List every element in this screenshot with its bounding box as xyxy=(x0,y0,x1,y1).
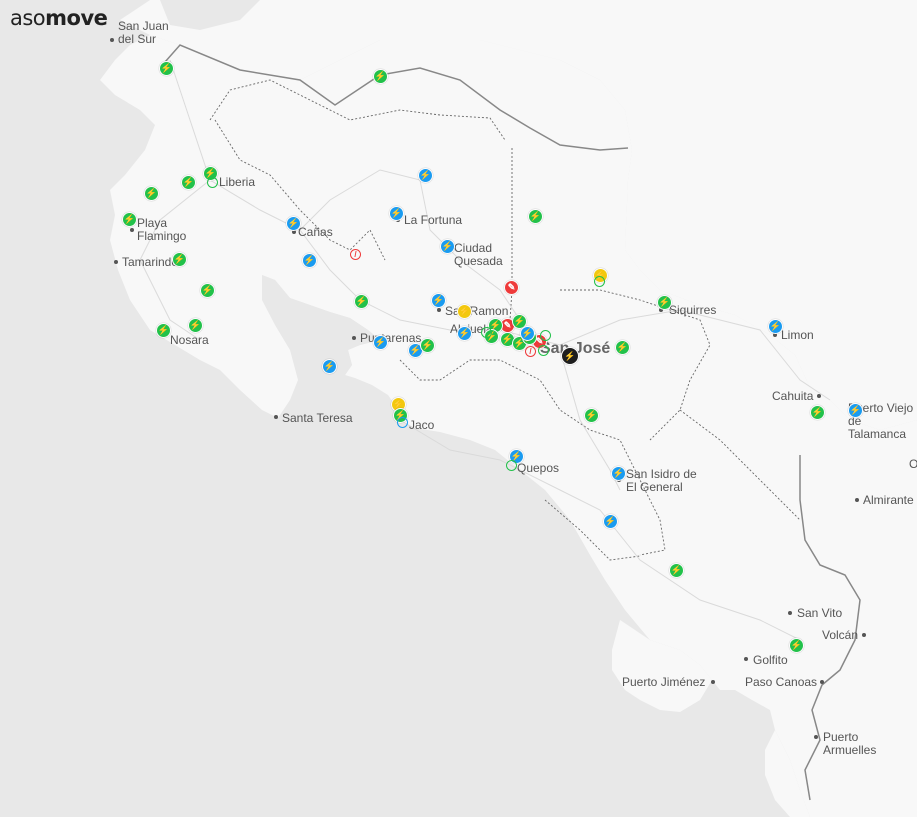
place-san-vito: San Vito xyxy=(797,606,843,620)
charging-station-pin[interactable]: ⚡ xyxy=(354,294,369,309)
place-golfito: Golfito xyxy=(753,653,788,667)
charging-station-pin[interactable]: ⚡ xyxy=(159,61,174,76)
place-puerto-jimenez: Puerto Jiménez xyxy=(622,675,706,689)
place-la-fortuna: La Fortuna xyxy=(404,213,463,227)
charging-station-pin[interactable]: ⚡ xyxy=(848,403,863,418)
charging-station-pin[interactable]: ⚡ xyxy=(669,563,684,578)
charging-station-pin[interactable]: ⚡ xyxy=(322,359,337,374)
charging-station-pin[interactable]: ⚡ xyxy=(603,514,618,529)
charging-station-pin[interactable]: ⚡ xyxy=(440,239,455,254)
charging-station-pin[interactable]: ⚡ xyxy=(144,186,159,201)
charging-station-pin[interactable]: ⚡ xyxy=(181,175,196,190)
charging-station-pin[interactable]: ⚡ xyxy=(286,216,301,231)
charging-station-pin[interactable]: ⚡ xyxy=(810,405,825,420)
place-paso-canoas: Paso Canoas xyxy=(745,675,818,689)
charging-station-pin[interactable]: ⚡ xyxy=(172,252,187,267)
blocked-station-marker[interactable]: / xyxy=(525,346,536,357)
charging-station-pin[interactable]: ⚡ xyxy=(520,326,535,341)
charging-station-pin[interactable]: ⚡ xyxy=(431,293,446,308)
logo-text-move: move xyxy=(45,6,108,30)
logo-text-aso: aso xyxy=(10,6,46,30)
station-ring-marker[interactable] xyxy=(481,327,492,338)
place-san-isidro: San Isidro de El General xyxy=(626,467,697,494)
charging-station-pin[interactable]: ⚡ xyxy=(420,338,435,353)
place-siquirres: Siquirres xyxy=(669,303,717,317)
charging-station-pin[interactable]: ⚡ xyxy=(657,295,672,310)
charging-station-pin[interactable]: ⚡ xyxy=(156,323,171,338)
place-san-ramon: San Ramon xyxy=(445,304,509,318)
station-ring-marker[interactable] xyxy=(397,417,408,428)
place-liberia: Liberia xyxy=(219,175,256,189)
charging-station-pin[interactable]: ⚡ xyxy=(122,212,137,227)
charging-station-pin[interactable]: ⚡ xyxy=(528,209,543,224)
charging-station-pin[interactable]: ⚡ xyxy=(200,283,215,298)
place-puerto-armuelles: Puerto Armuelles xyxy=(823,730,877,757)
place-tamarindo: Tamarindo xyxy=(122,255,179,269)
station-ring-marker[interactable] xyxy=(540,330,551,341)
charging-station-pin[interactable]: ⚡ xyxy=(418,168,433,183)
charging-station-pin[interactable]: ⚡ xyxy=(584,408,599,423)
place-quepos: Quepos xyxy=(517,461,560,475)
charging-station-pin[interactable]: ⚡ xyxy=(789,638,804,653)
asomove-logo[interactable]: asomove xyxy=(10,6,108,30)
charging-station-pin[interactable]: ⚡ xyxy=(611,466,626,481)
fault-station-pin[interactable]: ✎ xyxy=(504,280,519,295)
station-ring-marker[interactable] xyxy=(594,276,605,287)
charging-station-pin[interactable]: ⚡ xyxy=(615,340,630,355)
place-ciudad-quesada: Ciudad Quesada xyxy=(454,241,503,268)
charging-station-pin[interactable]: ⚡ xyxy=(768,319,783,334)
charging-station-pin[interactable]: ⚡ xyxy=(457,304,472,319)
charging-station-pin[interactable]: ⚡ xyxy=(561,347,579,365)
charging-station-pin[interactable]: ⚡ xyxy=(373,335,388,350)
charging-station-pin[interactable]: ⚡ xyxy=(457,326,472,341)
place-jaco: Jaco xyxy=(409,418,435,432)
place-playa-flamingo: Playa Flamingo xyxy=(137,216,187,243)
charging-station-pin[interactable]: ⚡ xyxy=(302,253,317,268)
charging-station-pin[interactable]: ⚡ xyxy=(188,318,203,333)
place-volcan: Volcán xyxy=(822,628,859,642)
place-edge-o: O xyxy=(909,457,917,471)
charging-station-pin[interactable]: ⚡ xyxy=(389,206,404,221)
charging-station-pin[interactable]: ⚡ xyxy=(373,69,388,84)
place-santa-teresa: Santa Teresa xyxy=(282,411,353,425)
place-nosara: Nosara xyxy=(170,333,209,347)
place-canas: Cañas xyxy=(298,225,333,239)
blocked-station-marker[interactable]: / xyxy=(350,249,361,260)
map-canvas[interactable] xyxy=(0,0,917,817)
place-cahuita: Cahuita xyxy=(772,389,814,403)
station-ring-marker[interactable] xyxy=(538,345,549,356)
place-almirante: Almirante xyxy=(863,493,914,507)
place-san-juan-del-sur: San Juan del Sur xyxy=(118,19,169,46)
place-limon: Limon xyxy=(781,328,814,342)
station-ring-marker[interactable] xyxy=(207,177,218,188)
station-ring-marker[interactable] xyxy=(506,460,517,471)
